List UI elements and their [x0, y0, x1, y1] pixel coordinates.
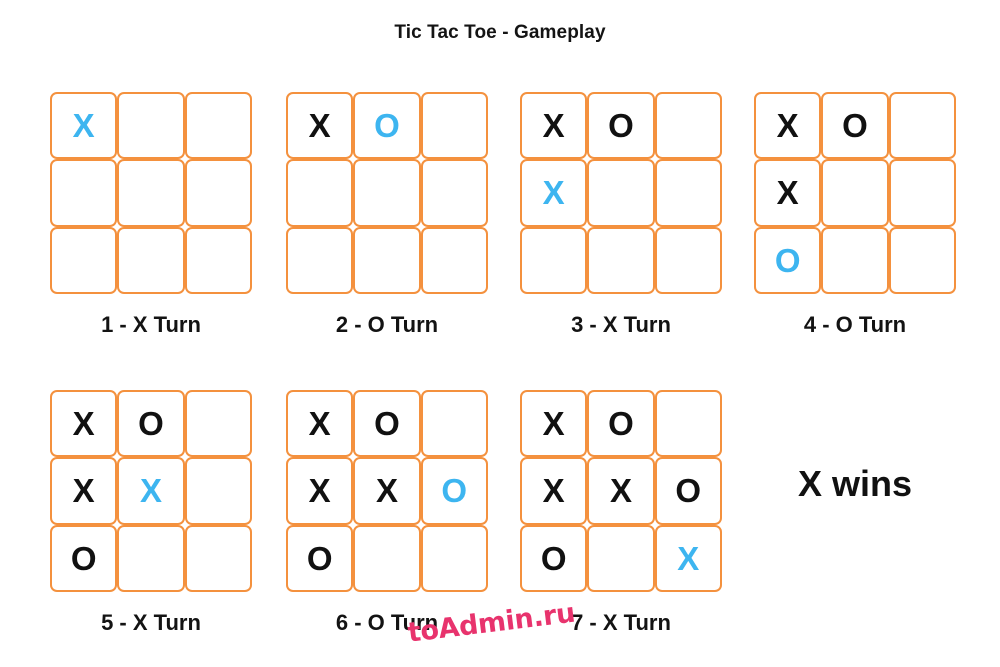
cell-r3c3[interactable] — [420, 524, 488, 592]
board-caption: 5 - X Turn — [101, 610, 201, 635]
tic-tac-toe-grid: X — [50, 92, 252, 294]
cell-r1c1[interactable]: X — [286, 92, 354, 160]
cell-r1c2[interactable]: O — [821, 92, 889, 160]
tic-tac-toe-grid: XOX — [520, 92, 722, 294]
cell-r1c1[interactable]: X — [50, 92, 118, 160]
board-6: XOXXOO6 - O Turn — [286, 390, 488, 636]
cell-r3c2[interactable] — [353, 524, 421, 592]
cell-r3c2[interactable] — [587, 524, 655, 592]
cell-r2c2[interactable] — [821, 159, 889, 227]
cell-r2c1[interactable]: X — [50, 457, 118, 525]
cell-r1c1[interactable]: X — [286, 390, 354, 458]
cell-r2c1[interactable]: X — [286, 457, 354, 525]
cell-r2c3[interactable]: O — [420, 457, 488, 525]
cell-r3c1[interactable]: O — [50, 524, 118, 592]
cell-r1c3[interactable] — [420, 390, 488, 458]
cell-r3c2[interactable] — [587, 226, 655, 294]
cell-r3c2[interactable] — [353, 226, 421, 294]
cell-r3c2[interactable] — [821, 226, 889, 294]
cell-r3c3[interactable]: X — [654, 524, 722, 592]
cell-r2c2[interactable] — [117, 159, 185, 227]
cell-r1c1[interactable]: X — [754, 92, 822, 160]
board-caption: 1 - X Turn — [101, 312, 201, 337]
tic-tac-toe-grid: XO — [286, 92, 488, 294]
cell-r2c2[interactable] — [587, 159, 655, 227]
board-caption: 3 - X Turn — [571, 312, 671, 337]
cell-r1c3[interactable] — [420, 92, 488, 160]
cell-r1c3[interactable] — [654, 92, 722, 160]
board-2: XO 2 - O Turn — [286, 92, 488, 338]
cell-r1c3[interactable] — [184, 92, 252, 160]
cell-r2c3[interactable] — [184, 457, 252, 525]
cell-r1c2[interactable]: O — [353, 92, 421, 160]
cell-r2c1[interactable]: X — [520, 159, 588, 227]
cell-r3c3[interactable] — [184, 226, 252, 294]
cell-r1c3[interactable] — [888, 92, 956, 160]
gameplay-board-sequence: X1 - X Turn X O 2 - O Turn X O X 3 - X Turn X O X O… — [0, 0, 1000, 667]
cell-r3c1[interactable] — [50, 226, 118, 294]
cell-r2c3[interactable] — [654, 159, 722, 227]
cell-r1c2[interactable]: O — [587, 92, 655, 160]
board-4: XOXO 4 - O Turn — [754, 92, 956, 338]
board-1: X 1 - X Turn — [50, 92, 252, 338]
cell-r2c1[interactable] — [286, 159, 354, 227]
cell-r1c1[interactable]: X — [520, 390, 588, 458]
cell-r1c3[interactable] — [654, 390, 722, 458]
board-5: XOXXO 5 - X Turn — [50, 390, 252, 636]
cell-r3c3[interactable] — [888, 226, 956, 294]
cell-r3c3[interactable] — [420, 226, 488, 294]
cell-r3c3[interactable] — [184, 524, 252, 592]
cell-r2c3[interactable] — [888, 159, 956, 227]
cell-r2c1[interactable]: X — [520, 457, 588, 525]
cell-r1c2[interactable]: O — [117, 390, 185, 458]
cell-r3c2[interactable] — [117, 524, 185, 592]
tic-tac-toe-grid: XOXXO — [50, 390, 252, 592]
cell-r3c1[interactable] — [286, 226, 354, 294]
cell-r1c2[interactable]: O — [353, 390, 421, 458]
cell-r3c1[interactable]: O — [520, 524, 588, 592]
cell-r2c2[interactable]: X — [353, 457, 421, 525]
cell-r2c1[interactable] — [50, 159, 118, 227]
cell-r1c2[interactable]: O — [587, 390, 655, 458]
cell-r2c2[interactable]: X — [587, 457, 655, 525]
cell-r2c3[interactable] — [420, 159, 488, 227]
cell-r1c1[interactable]: X — [50, 390, 118, 458]
cell-r1c1[interactable]: X — [520, 92, 588, 160]
board-caption: 2 - O Turn — [335, 312, 439, 337]
result-label: X wins — [797, 463, 913, 504]
cell-r2c2[interactable] — [353, 159, 421, 227]
tic-tac-toe-grid: XOXXOO — [286, 390, 488, 592]
tic-tac-toe-grid: XOXXOOX — [520, 390, 722, 592]
tic-tac-toe-grid: XOXO — [754, 92, 956, 294]
cell-r3c1[interactable]: O — [754, 226, 822, 294]
board-3: XOX 3 - X Turn — [520, 92, 722, 338]
cell-r3c1[interactable] — [520, 226, 588, 294]
cell-r1c2[interactable] — [117, 92, 185, 160]
board-caption: 4 - O Turn — [803, 312, 907, 337]
board-7: XOXXOOX7 - X Turn — [520, 390, 722, 636]
cell-r3c2[interactable] — [117, 226, 185, 294]
cell-r2c3[interactable]: O — [654, 457, 722, 525]
cell-r1c3[interactable] — [184, 390, 252, 458]
cell-r2c2[interactable]: X — [117, 457, 185, 525]
result-container: X wins — [754, 463, 956, 505]
cell-r2c1[interactable]: X — [754, 159, 822, 227]
cell-r3c3[interactable] — [654, 226, 722, 294]
cell-r2c3[interactable] — [184, 159, 252, 227]
cell-r3c1[interactable]: O — [286, 524, 354, 592]
